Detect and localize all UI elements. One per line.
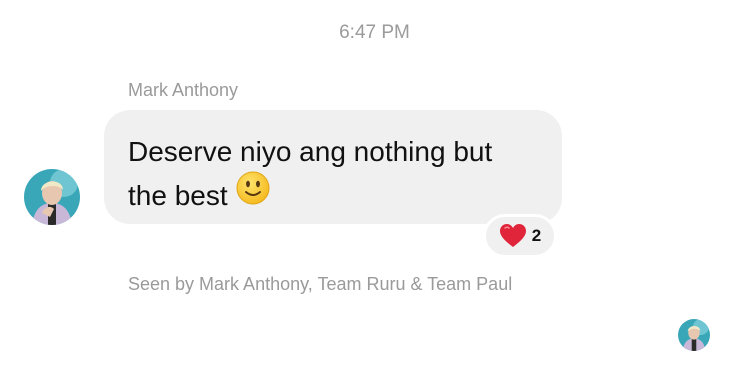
read-receipt-avatar[interactable] [678,319,710,351]
avatar-photo-icon [24,169,80,225]
sender-name: Mark Anthony [128,80,239,100]
reaction-badge[interactable]: 2 [483,214,557,258]
red-heart-icon [499,223,527,249]
seen-by-receipt: Seen by Mark Anthony, Team Ruru & Team P… [128,274,513,294]
avatar-photo-icon [678,319,710,351]
message-bubble[interactable]: Deserve niyo ang nothing but the best [104,110,562,224]
sender-avatar[interactable] [24,169,80,225]
message-text-line-1: Deserve niyo ang nothing but [128,136,493,167]
slightly-smiling-face-icon [236,171,270,218]
message-text-line-2: the best [128,180,228,211]
reaction-count: 2 [531,226,542,245]
message-text: Deserve niyo ang nothing but the best [128,130,538,218]
message-timestamp: 6:47 PM [339,22,410,43]
